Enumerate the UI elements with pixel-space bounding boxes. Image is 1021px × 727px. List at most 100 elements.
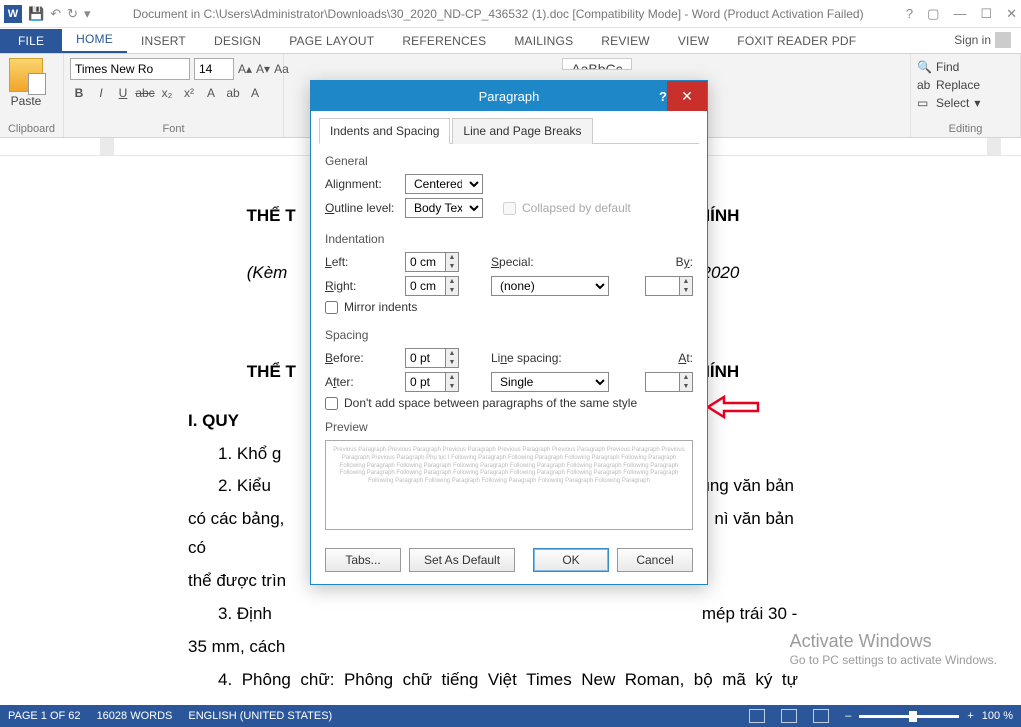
dialog-tab-linebreaks[interactable]: Line and Page Breaks <box>452 118 592 144</box>
tab-home[interactable]: HOME <box>62 27 127 53</box>
paste-button[interactable]: Paste <box>6 58 46 108</box>
line-spacing-combo[interactable]: Single <box>491 372 609 392</box>
before-label: Before: <box>325 351 397 365</box>
para-3a: 3. Định <box>218 604 272 623</box>
bold-button[interactable]: B <box>70 84 88 102</box>
zoom-out-button[interactable]: – <box>845 710 851 722</box>
spinner-up-icon[interactable]: ▲ <box>445 349 458 358</box>
mirror-indents-label: Mirror indents <box>344 300 417 314</box>
strike-button[interactable]: abc <box>136 84 154 102</box>
tab-design[interactable]: DESIGN <box>200 29 275 53</box>
spinner-down-icon[interactable]: ▼ <box>445 262 458 271</box>
by-label: By: <box>676 255 693 269</box>
sign-in-link[interactable]: Sign in <box>944 27 1021 53</box>
spinner-up-icon[interactable]: ▲ <box>445 253 458 262</box>
tab-insert[interactable]: INSERT <box>127 29 200 53</box>
font-color-button[interactable]: A <box>246 84 264 102</box>
superscript-button[interactable]: x² <box>180 84 198 102</box>
tab-references[interactable]: REFERENCES <box>388 29 500 53</box>
find-icon: 🔍 <box>917 60 931 74</box>
italic-button[interactable]: I <box>92 84 110 102</box>
maximize-icon[interactable]: ☐ <box>980 6 992 22</box>
underline-button[interactable]: U <box>114 84 132 102</box>
style-box-1[interactable]: AaBbCc <box>562 58 632 70</box>
zoom-in-button[interactable]: + <box>967 710 973 722</box>
para-2c: có các bảng, <box>188 509 284 528</box>
dialog-tab-indents[interactable]: Indents and Spacing <box>319 118 450 144</box>
replace-button[interactable]: abReplace <box>917 76 1014 94</box>
font-size-combo[interactable] <box>194 58 234 80</box>
paragraph-dialog: Paragraph ? ✕ Indents and Spacing Line a… <box>310 80 708 585</box>
status-words[interactable]: 16028 WORDS <box>97 710 173 722</box>
paste-icon <box>9 58 43 92</box>
find-button[interactable]: 🔍Find <box>917 58 1014 76</box>
indent-right-label: Right: <box>325 279 397 293</box>
heading-2-left: THỂ T <box>247 362 296 381</box>
status-language[interactable]: ENGLISH (UNITED STATES) <box>188 710 332 722</box>
zoom-slider[interactable] <box>859 715 959 718</box>
after-label: After: <box>325 375 397 389</box>
subscript-button[interactable]: x₂ <box>158 84 176 102</box>
select-button[interactable]: ▭Select ▾ <box>917 94 1014 112</box>
line-kem: (Kèm <box>247 263 288 282</box>
redo-icon[interactable]: ↻ <box>67 6 78 22</box>
tab-page-layout[interactable]: PAGE LAYOUT <box>275 29 388 53</box>
close-window-icon[interactable]: ✕ <box>1006 6 1017 22</box>
tab-foxit[interactable]: FOXIT READER PDF <box>723 29 870 53</box>
group-font-label: Font <box>70 121 277 135</box>
web-layout-icon[interactable] <box>813 709 829 723</box>
replace-icon: ab <box>917 78 931 92</box>
spinner-down-icon[interactable]: ▼ <box>679 382 692 391</box>
ok-button[interactable]: OK <box>533 548 609 572</box>
spinner-down-icon[interactable]: ▼ <box>445 358 458 367</box>
highlight-button[interactable]: ab <box>224 84 242 102</box>
grow-font-icon[interactable]: A▴ <box>238 60 252 78</box>
ribbon-tabs: FILE HOME INSERT DESIGN PAGE LAYOUT REFE… <box>0 28 1021 54</box>
spinner-down-icon[interactable]: ▼ <box>445 382 458 391</box>
save-icon[interactable]: 💾 <box>28 6 44 22</box>
text-effects-button[interactable]: A <box>202 84 220 102</box>
help-icon[interactable]: ? <box>906 6 913 22</box>
special-combo[interactable]: (none) <box>491 276 609 296</box>
spinner-up-icon[interactable]: ▲ <box>445 277 458 286</box>
para-3b: mép trái 30 - <box>702 604 797 623</box>
set-default-button[interactable]: Set As Default <box>409 548 515 572</box>
read-mode-icon[interactable] <box>749 709 765 723</box>
dialog-close-button[interactable]: ✕ <box>667 81 707 111</box>
spinner-down-icon[interactable]: ▼ <box>679 286 692 295</box>
spinner-up-icon[interactable]: ▲ <box>679 277 692 286</box>
spinner-down-icon[interactable]: ▼ <box>445 286 458 295</box>
para-4: 4. Phông chữ: Phông chữ tiếng Việt Times… <box>188 666 798 699</box>
special-label: Special: <box>491 255 563 269</box>
spinner-up-icon[interactable]: ▲ <box>445 373 458 382</box>
group-clipboard-label: Clipboard <box>6 121 57 135</box>
status-page[interactable]: PAGE 1 OF 62 <box>8 710 81 722</box>
tab-review[interactable]: REVIEW <box>587 29 664 53</box>
shrink-font-icon[interactable]: A▾ <box>256 60 270 78</box>
tabs-button[interactable]: Tabs... <box>325 548 401 572</box>
heading-indentation: Indentation <box>325 232 693 246</box>
collapsed-checkbox <box>503 202 516 215</box>
alignment-combo[interactable]: Centered <box>405 174 483 194</box>
collapsed-label: Collapsed by default <box>522 201 631 215</box>
spinner-up-icon[interactable]: ▲ <box>679 373 692 382</box>
ribbon-options-icon[interactable]: ▢ <box>927 6 939 22</box>
dialog-help-icon[interactable]: ? <box>659 89 667 104</box>
mirror-indents-checkbox[interactable] <box>325 301 338 314</box>
dont-add-space-checkbox[interactable] <box>325 397 338 410</box>
outline-label: Outline level: <box>325 201 397 215</box>
zoom-value[interactable]: 100 % <box>982 710 1013 722</box>
print-layout-icon[interactable] <box>781 709 797 723</box>
font-name-combo[interactable] <box>70 58 190 80</box>
undo-icon[interactable]: ↶ <box>50 6 61 22</box>
tab-file[interactable]: FILE <box>0 29 62 53</box>
alignment-label: Alignment: <box>325 177 397 191</box>
heading-general: General <box>325 154 693 168</box>
outline-combo[interactable]: Body Text <box>405 198 483 218</box>
cancel-button[interactable]: Cancel <box>617 548 693 572</box>
dialog-title-bar[interactable]: Paragraph ? ✕ <box>311 81 707 111</box>
tab-view[interactable]: VIEW <box>664 29 723 53</box>
activate-watermark: Activate Windows Go to PC settings to ac… <box>790 630 997 669</box>
minimize-icon[interactable]: — <box>953 6 966 22</box>
tab-mailings[interactable]: MAILINGS <box>500 29 587 53</box>
